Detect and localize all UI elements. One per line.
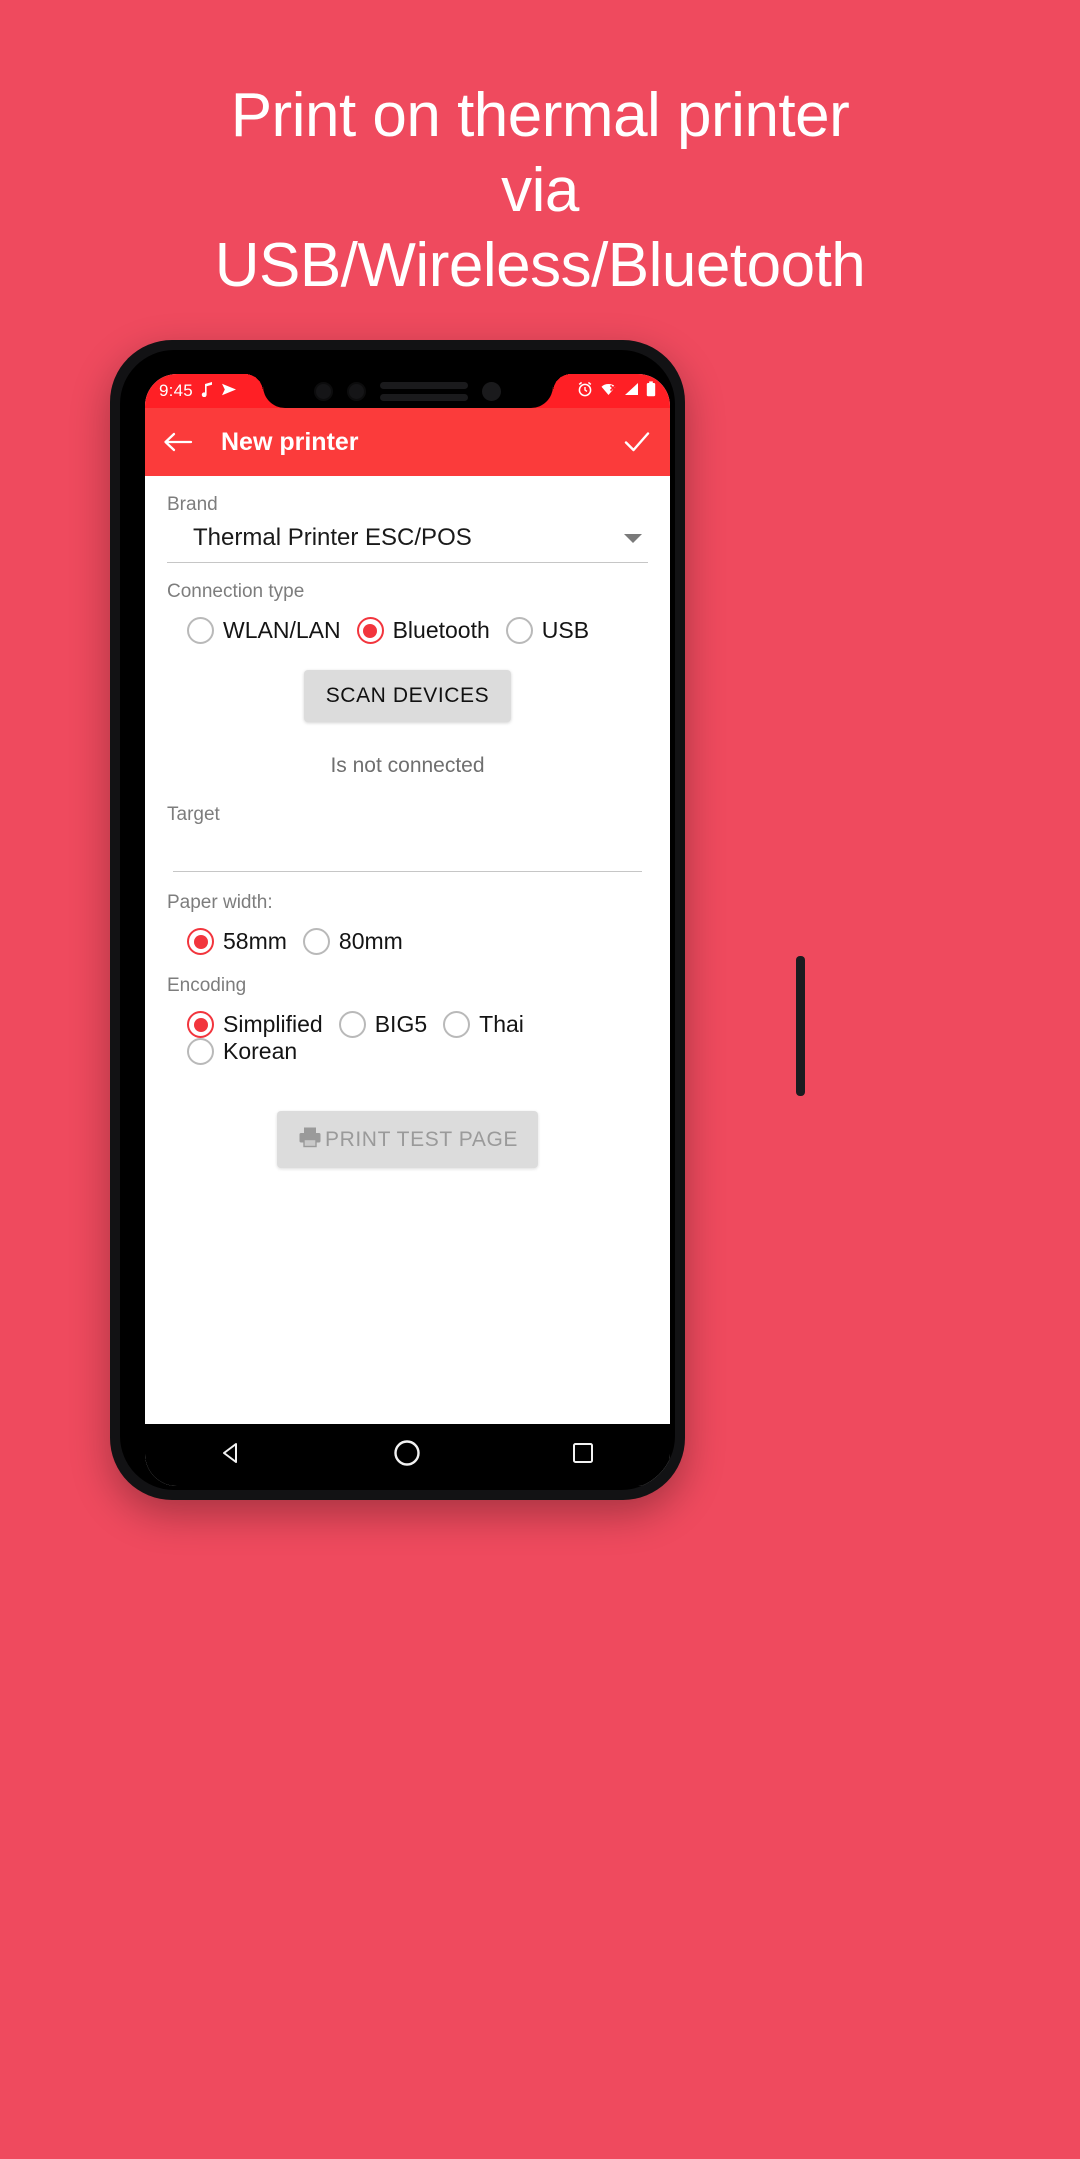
radio-option-big5[interactable]: BIG5 [338, 1011, 428, 1038]
promo-headline-line-3: USB/Wireless/Bluetooth [214, 231, 866, 300]
home-circle-icon[interactable] [392, 1438, 422, 1473]
encoding-label: Encoding [167, 975, 247, 996]
radio-option-wlan-lan[interactable]: WLAN/LAN [187, 617, 341, 644]
phone-button-power [796, 956, 805, 1096]
promo-headline: Print on thermal printer via USB/Wireles… [0, 78, 1080, 303]
signal-icon [624, 381, 639, 401]
send-icon [221, 381, 237, 401]
brand-select-value: Thermal Printer ESC/POS [193, 524, 472, 551]
radio-label: Simplified [223, 1011, 323, 1037]
printer-icon [297, 1125, 323, 1154]
connection-status-text: Is not connected [330, 754, 485, 777]
radio-option-58mm[interactable]: 58mm [187, 928, 287, 955]
radio-label: BIG5 [374, 1011, 428, 1037]
status-bar-left: 9:45 [159, 381, 237, 402]
radio-indicator [187, 1011, 214, 1038]
radio-label: Thai [479, 1011, 524, 1037]
phone-frame: 9:45 New printer Brand Thermal Printer E… [120, 350, 675, 1490]
radio-indicator [443, 1011, 471, 1038]
front-camera-icon [314, 381, 333, 401]
print-test-page-button[interactable]: PRINT TEST PAGE [277, 1111, 538, 1168]
connection-type-radio-group: WLAN/LAN Bluetooth USB [167, 617, 648, 644]
recents-square-icon[interactable] [570, 1440, 596, 1471]
earpiece-speaker [380, 381, 468, 401]
page-title: New printer [221, 427, 359, 456]
radio-label: USB [541, 617, 590, 643]
brand-select[interactable]: Thermal Printer ESC/POS [167, 522, 648, 563]
radio-option-bluetooth[interactable]: Bluetooth [356, 617, 490, 644]
battery-icon [646, 380, 656, 402]
printer-form: Brand Thermal Printer ESC/POS Connection… [145, 476, 670, 1424]
radio-indicator [356, 617, 384, 644]
scan-devices-button[interactable]: SCAN DEVICES [303, 670, 512, 722]
encoding-radio-group: Simplified BIG5 Thai Korean [167, 1011, 648, 1065]
check-icon[interactable] [622, 429, 652, 455]
radio-indicator [187, 617, 214, 644]
paper-width-radio-group: 58mm 80mm [167, 928, 648, 955]
phone-mockup: 9:45 New printer Brand Thermal Printer E… [110, 340, 805, 1500]
phone-screen: 9:45 New printer Brand Thermal Printer E… [145, 374, 670, 1486]
target-label: Target [167, 804, 220, 825]
radio-option-thai[interactable]: Thai [443, 1011, 524, 1038]
radio-indicator [187, 1038, 214, 1065]
alarm-icon [577, 381, 593, 402]
status-bar: 9:45 [145, 374, 670, 408]
music-note-icon [200, 381, 214, 402]
proximity-sensor-icon [482, 381, 501, 401]
promo-headline-line-1: Print on thermal printer [230, 81, 850, 150]
radio-indicator [505, 617, 533, 644]
radio-indicator [338, 1011, 366, 1038]
status-bar-right [577, 380, 656, 402]
radio-option-simplified[interactable]: Simplified [187, 1011, 323, 1038]
radio-label: 80mm [338, 928, 403, 954]
arrow-back-icon[interactable] [163, 430, 193, 454]
sensor-icon [347, 381, 366, 401]
target-input[interactable] [173, 826, 642, 872]
radio-label: 58mm [223, 928, 287, 954]
radio-label: WLAN/LAN [223, 617, 341, 643]
radio-option-80mm[interactable]: 80mm [302, 928, 403, 955]
radio-option-korean[interactable]: Korean [187, 1038, 298, 1065]
radio-label: Bluetooth [392, 617, 490, 643]
promo-headline-line-2: via [501, 156, 579, 225]
connection-type-label: Connection type [167, 581, 305, 602]
brand-label: Brand [167, 494, 218, 515]
radio-option-usb[interactable]: USB [505, 617, 590, 644]
app-bar: New printer [145, 408, 670, 476]
radio-label: Korean [223, 1038, 298, 1064]
paper-width-label: Paper width: [167, 892, 273, 913]
android-nav-bar [145, 1424, 670, 1486]
chevron-down-icon [624, 533, 642, 543]
radio-indicator [187, 928, 214, 955]
status-bar-clock: 9:45 [159, 381, 193, 400]
wifi-off-icon [600, 381, 617, 401]
display-notch [244, 374, 553, 408]
print-test-page-label: PRINT TEST PAGE [325, 1127, 518, 1151]
radio-indicator [302, 928, 330, 955]
back-triangle-icon[interactable] [219, 1440, 245, 1471]
